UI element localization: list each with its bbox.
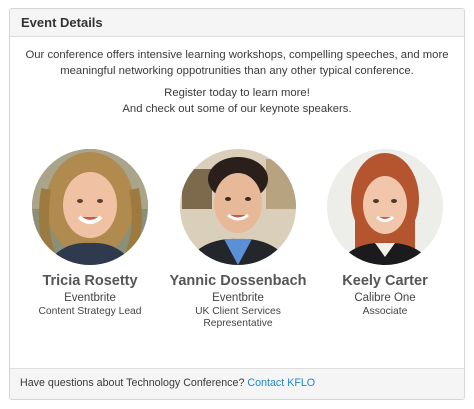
speaker-photo [180,149,296,265]
speaker-card-keely-carter: Keely Carter Calibre One Associate [310,149,460,318]
speaker-role-line: UK Client Services [195,306,281,317]
speaker-role-line: Representative [203,318,273,329]
panel-title: Event Details [21,15,103,30]
speaker-name: Yannic Dossenbach [169,273,307,289]
speaker-company: Eventbrite [64,292,116,304]
speaker-card-yannic-dossenbach: Yannic Dossenbach Eventbrite UK Client S… [163,149,313,330]
speaker-photo [32,149,148,265]
event-details-panel: Event Details Our conference offers inte… [9,8,465,400]
contact-link[interactable]: Contact KFLO [247,377,315,389]
panel-footer: Have questions about Technology Conferen… [10,368,464,399]
intro-paragraph: Our conference offers intensive learning… [25,49,449,77]
speaker-role: Associate [362,306,408,317]
speaker-company: Eventbrite [212,292,264,304]
speaker-name: Tricia Rosetty [42,273,138,289]
speaker-photo [327,149,443,265]
event-description: Our conference offers intensive learning… [20,47,454,117]
footer-question: Have questions about Technology Conferen… [20,377,245,389]
speaker-card-tricia-rosetty: Tricia Rosetty Eventbrite Content Strate… [15,149,165,318]
speaker-name: Keely Carter [342,273,428,289]
speaker-role: UK Client Services Representative [163,306,313,330]
speaker-company: Calibre One [354,292,416,304]
speaker-role: Content Strategy Lead [38,306,142,317]
keynote-text: And check out some of our keynote speake… [122,103,352,115]
panel-header: Event Details [10,9,464,37]
register-text: Register today to learn more! [164,87,310,99]
